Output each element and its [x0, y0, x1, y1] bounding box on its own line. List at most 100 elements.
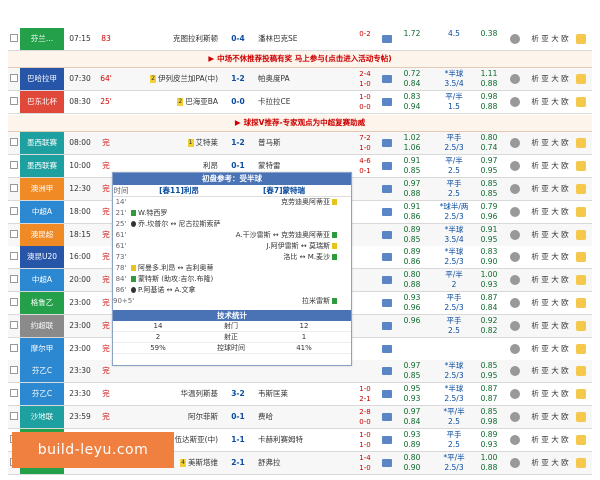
- promo-banner[interactable]: ▶ 中场不休推荐投稿有奖 马上参与(点击进入活动专帖): [8, 50, 592, 68]
- row-checkbox[interactable]: [10, 343, 18, 352]
- row-checkbox[interactable]: [10, 184, 18, 192]
- home-team[interactable]: 克图拉利斯顿: [126, 28, 218, 50]
- data-icon[interactable]: [382, 97, 392, 106]
- league-badge[interactable]: 澳昆U20: [20, 246, 64, 269]
- away-team[interactable]: 帕奥度PA: [258, 68, 350, 90]
- match-row[interactable]: 芬乙C 23:30 完 华温列斯基 3-2 韦斯匡莱 1-0 2-1 0.95 0.93 *半球 2.…: [8, 383, 592, 407]
- analysis-links[interactable]: 析 亚 大 欧: [528, 452, 572, 474]
- user-icon[interactable]: [576, 229, 586, 240]
- league-badge[interactable]: 中超A: [20, 269, 64, 292]
- analysis-links[interactable]: 析 亚 大 欧: [528, 383, 572, 405]
- user-icon[interactable]: [576, 206, 586, 217]
- data-icon[interactable]: [382, 390, 392, 399]
- data-icon[interactable]: [382, 35, 392, 43]
- league-badge[interactable]: 澳洲甲: [20, 178, 64, 200]
- away-team[interactable]: 普马斯: [258, 132, 350, 154]
- row-checkbox[interactable]: [10, 320, 18, 329]
- league-badge[interactable]: 沙地联: [20, 406, 64, 428]
- analysis-links[interactable]: 析 亚 大 欧: [528, 246, 572, 268]
- user-icon[interactable]: [576, 412, 586, 422]
- match-score[interactable]: 0-0: [220, 91, 256, 113]
- analysis-links[interactable]: 析 亚 大 欧: [528, 132, 572, 154]
- analysis-links[interactable]: 析 亚 大 欧: [528, 292, 572, 314]
- row-checkbox[interactable]: [10, 389, 18, 398]
- analysis-links[interactable]: 析 亚 大 欧: [528, 406, 572, 428]
- analysis-links[interactable]: 析 亚 大 欧: [528, 269, 572, 291]
- match-row[interactable]: 芬兰… 07:15 83 克图拉利斯顿 0-4 潘林巴克SE 0-2 1.72 4.5 0.38 析…: [8, 28, 592, 51]
- away-team[interactable]: 卡拉拉CE: [258, 91, 350, 113]
- user-icon[interactable]: [576, 184, 586, 194]
- user-icon[interactable]: [576, 320, 586, 331]
- league-badge[interactable]: 芬乙C: [20, 360, 64, 383]
- user-icon[interactable]: [576, 275, 586, 286]
- user-icon[interactable]: [576, 96, 586, 107]
- league-badge[interactable]: 芬乙C: [20, 383, 64, 406]
- row-checkbox[interactable]: [10, 298, 18, 306]
- match-score[interactable]: 0-1: [220, 406, 256, 428]
- match-score[interactable]: 0-4: [220, 28, 256, 50]
- league-badge[interactable]: 墨西联赛: [20, 155, 64, 178]
- home-team[interactable]: 1 艾特莱: [126, 132, 218, 154]
- home-team[interactable]: 阿尔菲斯: [126, 406, 218, 428]
- row-checkbox[interactable]: [10, 206, 18, 215]
- away-team[interactable]: 舒弗拉: [258, 452, 350, 474]
- row-checkbox[interactable]: [10, 96, 18, 105]
- analysis-links[interactable]: 析 亚 大 欧: [528, 224, 572, 246]
- analysis-links[interactable]: 析 亚 大 欧: [528, 28, 572, 50]
- data-icon[interactable]: [382, 230, 392, 239]
- data-icon[interactable]: [382, 185, 392, 193]
- league-badge[interactable]: 巴哈拉甲: [20, 67, 64, 90]
- data-icon[interactable]: [382, 253, 392, 262]
- away-team[interactable]: 卡赫利赛姆特: [258, 429, 350, 451]
- data-icon[interactable]: [382, 435, 392, 444]
- analysis-links[interactable]: 析 亚 大 欧: [528, 360, 572, 382]
- data-icon[interactable]: [382, 321, 392, 330]
- league-badge[interactable]: 摩尔甲: [20, 337, 64, 360]
- away-team[interactable]: 潘林巴克SE: [258, 28, 350, 50]
- analysis-links[interactable]: 析 亚 大 欧: [528, 91, 572, 113]
- user-icon[interactable]: [576, 343, 586, 354]
- data-icon[interactable]: [382, 344, 392, 353]
- row-checkbox[interactable]: [10, 252, 18, 261]
- match-row[interactable]: 墨西联赛 08:00 完 1 艾特莱 1-2 普马斯 7-2 1-0 1.02 1.06 平手 2.5/…: [8, 132, 592, 156]
- home-team[interactable]: 2 伊列皮兰加PA(中): [126, 68, 218, 90]
- analysis-links[interactable]: 析 亚 大 欧: [528, 338, 572, 360]
- home-team[interactable]: 2 巴海亚BA: [126, 91, 218, 113]
- row-checkbox[interactable]: [10, 73, 18, 82]
- row-checkbox[interactable]: [10, 229, 18, 238]
- user-icon[interactable]: [576, 389, 586, 400]
- data-icon[interactable]: [382, 367, 392, 376]
- league-badge[interactable]: 芬兰…: [20, 28, 64, 50]
- user-icon[interactable]: [576, 161, 586, 172]
- league-badge[interactable]: 中超A: [20, 200, 64, 223]
- match-row[interactable]: 沙地联 23:59 完 阿尔菲斯 0-1 费哈 2-8 0-0 0.97 0.84 *平/半 2.5 0…: [8, 406, 592, 429]
- analysis-links[interactable]: 析 亚 大 欧: [528, 429, 572, 451]
- analysis-links[interactable]: 析 亚 大 欧: [528, 201, 572, 223]
- league-badge[interactable]: 墨西联赛: [20, 132, 64, 155]
- league-badge[interactable]: 巴东北杯: [20, 90, 64, 113]
- user-icon[interactable]: [576, 434, 586, 445]
- promo-banner[interactable]: ▶ 球探V推荐-专家观点为中超复赛助威: [8, 115, 592, 133]
- row-checkbox[interactable]: [10, 138, 18, 147]
- match-score[interactable]: 2-1: [220, 452, 256, 474]
- data-icon[interactable]: [382, 299, 392, 307]
- away-team[interactable]: 费哈: [258, 406, 350, 428]
- data-icon[interactable]: [382, 276, 392, 285]
- analysis-links[interactable]: 析 亚 大 欧: [528, 155, 572, 177]
- data-icon[interactable]: [382, 162, 392, 171]
- user-icon[interactable]: [576, 34, 586, 44]
- match-score[interactable]: 3-2: [220, 383, 256, 405]
- analysis-links[interactable]: 析 亚 大 欧: [528, 178, 572, 200]
- league-badge[interactable]: 格鲁乙: [20, 292, 64, 314]
- data-icon[interactable]: [382, 207, 392, 216]
- row-checkbox[interactable]: [10, 366, 18, 375]
- user-icon[interactable]: [576, 138, 586, 149]
- user-icon[interactable]: [576, 252, 586, 263]
- data-icon[interactable]: [382, 139, 392, 148]
- user-icon[interactable]: [576, 298, 586, 308]
- match-score[interactable]: 1-2: [220, 132, 256, 154]
- row-checkbox[interactable]: [10, 34, 18, 42]
- row-checkbox[interactable]: [10, 412, 18, 420]
- data-icon[interactable]: [382, 74, 392, 83]
- user-icon[interactable]: [576, 457, 586, 468]
